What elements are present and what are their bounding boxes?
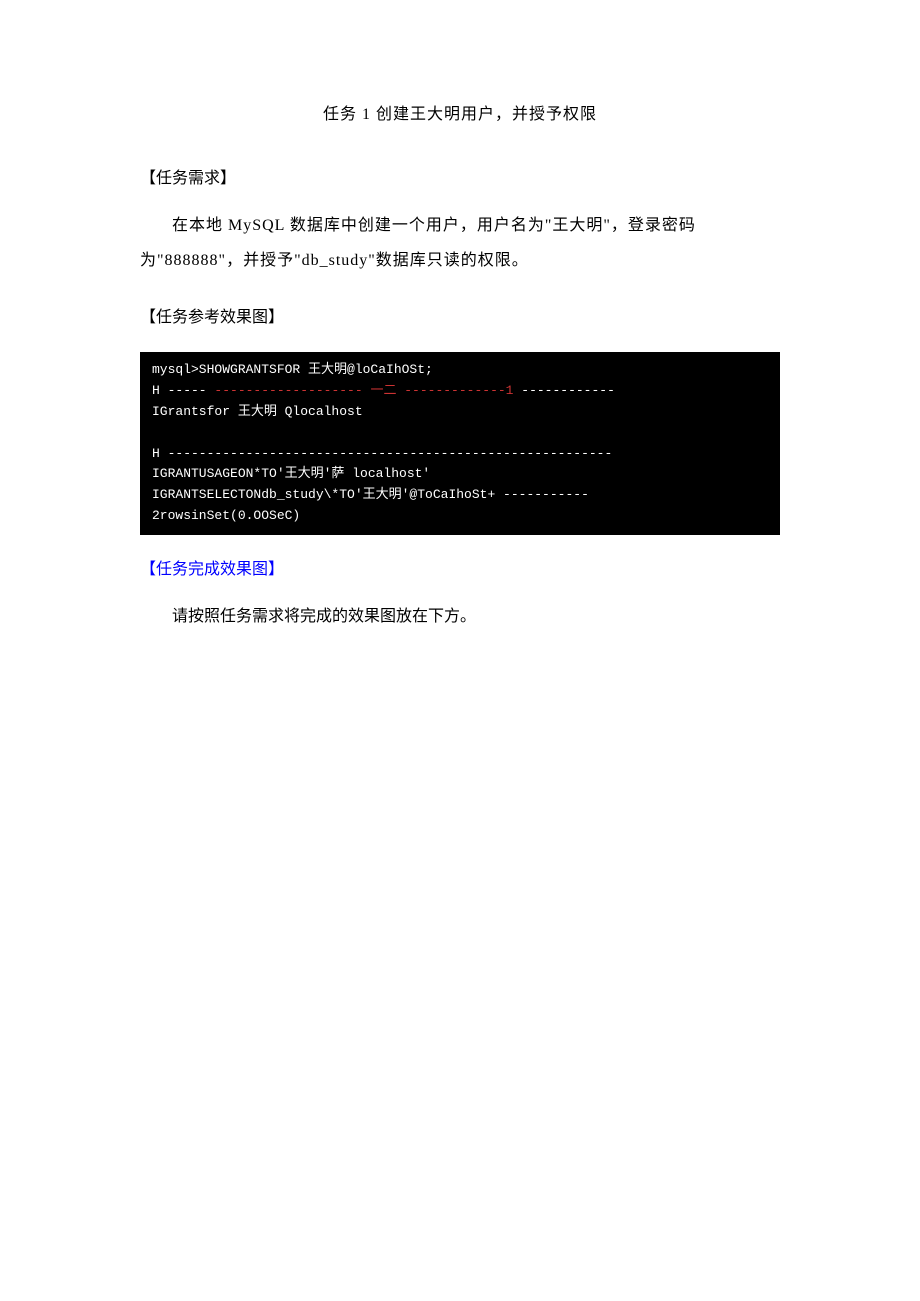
terminal-line-4 [152, 423, 768, 444]
completion-heading: 【任务完成效果图】 [140, 555, 780, 579]
terminal-line-2-prefix: H ----- [152, 383, 214, 398]
terminal-line-2-suffix: ------------ [513, 383, 614, 398]
terminal-line-3: IGrantsfor 王大明 Qlocalhost [152, 402, 768, 423]
terminal-line-1: mysql>SHOWGRANTSFOR 王大明@loCaIhOSt; [152, 360, 768, 381]
terminal-line-8: 2rowsinSet(0.OOSeC) [152, 506, 768, 527]
page-title: 任务 1 创建王大明用户，并授予权限 [140, 100, 780, 124]
terminal-output: mysql>SHOWGRANTSFOR 王大明@loCaIhOSt; H ---… [140, 352, 780, 534]
terminal-line-6: IGRANTUSAGEON*TO'王大明'萨 localhost' [152, 464, 768, 485]
requirement-body: 在本地 MySQL 数据库中创建一个用户，用户名为"王大明"，登录密码为"888… [140, 208, 780, 278]
terminal-line-2-red: ------------------- 一二 -------------1 [214, 383, 513, 398]
requirement-heading: 【任务需求】 [140, 164, 780, 188]
reference-heading: 【任务参考效果图】 [140, 303, 780, 327]
terminal-line-2: H ----- ------------------- 一二 ---------… [152, 381, 768, 402]
terminal-line-5: H --------------------------------------… [152, 444, 768, 465]
terminal-line-7: IGRANTSELECTONdb_study\*TO'王大明'@ToCaIhoS… [152, 485, 768, 506]
completion-body: 请按照任务需求将完成的效果图放在下方。 [140, 599, 780, 634]
